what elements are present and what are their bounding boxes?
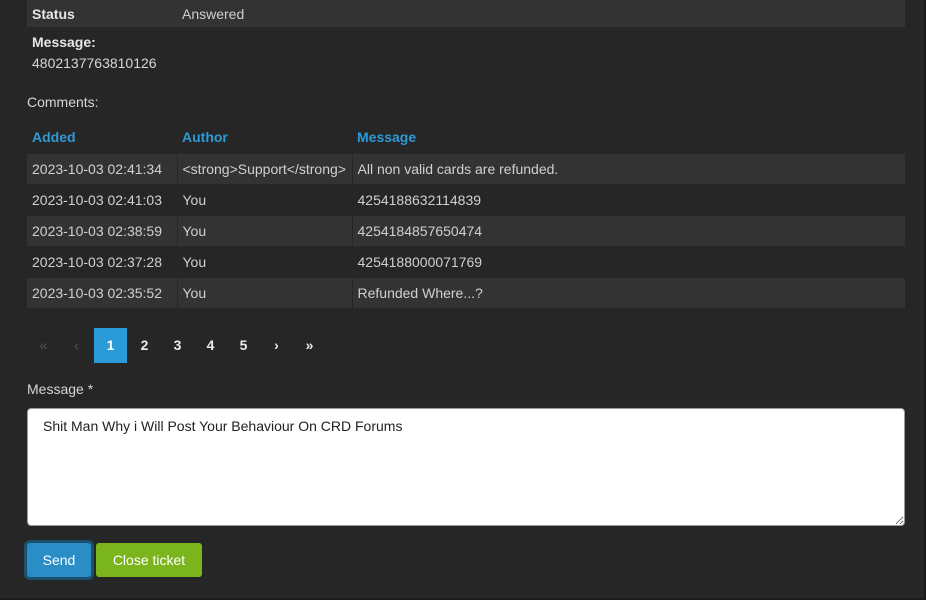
status-row: Status Answered <box>27 0 905 27</box>
page-button-5[interactable]: 5 <box>227 328 260 363</box>
cell-author: You <box>176 184 352 216</box>
ticket-panel: Status Answered Message: 480213776381012… <box>0 0 926 600</box>
cell-message: All non valid cards are refunded. <box>351 153 905 185</box>
table-row: 2023-10-03 02:35:52 You Refunded Where..… <box>27 277 905 308</box>
ticket-info: Status Answered <box>27 0 905 27</box>
cell-added: 2023-10-03 02:35:52 <box>27 277 177 308</box>
cell-message: 4254188000071769 <box>351 246 905 278</box>
message-label: Message: <box>32 34 96 50</box>
page-button-2[interactable]: 2 <box>128 328 161 363</box>
prev-page-button[interactable]: ‹ <box>60 328 93 363</box>
comments-label: Comments: <box>27 94 99 110</box>
comments-header-row: Added Author Message <box>27 120 905 154</box>
table-row: 2023-10-03 02:41:34 <strong>Support</str… <box>27 153 905 185</box>
reply-message-textarea[interactable]: Shit Man Why i Will Post Your Behaviour … <box>27 408 905 526</box>
cell-added: 2023-10-03 02:37:28 <box>27 246 177 278</box>
column-header-added[interactable]: Added <box>27 121 177 154</box>
cell-message: Refunded Where...? <box>351 277 905 308</box>
cell-added: 2023-10-03 02:38:59 <box>27 215 177 247</box>
cell-author: You <box>176 215 352 247</box>
table-row: 2023-10-03 02:41:03 You 4254188632114839 <box>27 184 905 216</box>
next-page-button[interactable]: › <box>260 328 293 363</box>
first-page-button[interactable]: « <box>27 328 60 363</box>
status-label: Status <box>32 5 75 22</box>
close-ticket-button[interactable]: Close ticket <box>96 543 202 577</box>
cell-message: 4254188632114839 <box>351 184 905 216</box>
status-value: Answered <box>182 5 245 22</box>
page-button-3[interactable]: 3 <box>161 328 194 363</box>
page-button-4[interactable]: 4 <box>194 328 227 363</box>
message-value: 4802137763810126 <box>32 55 157 71</box>
cell-message: 4254184857650474 <box>351 215 905 247</box>
table-row: 2023-10-03 02:37:28 You 4254188000071769 <box>27 246 905 278</box>
ticket-message: Message: 4802137763810126 <box>32 34 157 71</box>
cell-author: <strong>Support</strong> <box>176 153 352 185</box>
pagination: « ‹ 1 2 3 4 5 › » <box>27 328 326 363</box>
column-header-author[interactable]: Author <box>177 121 352 154</box>
column-header-message[interactable]: Message <box>352 121 905 154</box>
last-page-button[interactable]: » <box>293 328 326 363</box>
page-button-1[interactable]: 1 <box>94 328 127 363</box>
reply-message-label: Message * <box>27 381 94 397</box>
comments-table: Added Author Message 2023-10-03 02:41:34… <box>27 120 905 308</box>
cell-added: 2023-10-03 02:41:34 <box>27 153 177 185</box>
cell-author: You <box>176 277 352 308</box>
cell-author: You <box>176 246 352 278</box>
cell-added: 2023-10-03 02:41:03 <box>27 184 177 216</box>
table-row: 2023-10-03 02:38:59 You 4254184857650474 <box>27 215 905 247</box>
send-button[interactable]: Send <box>27 543 91 577</box>
